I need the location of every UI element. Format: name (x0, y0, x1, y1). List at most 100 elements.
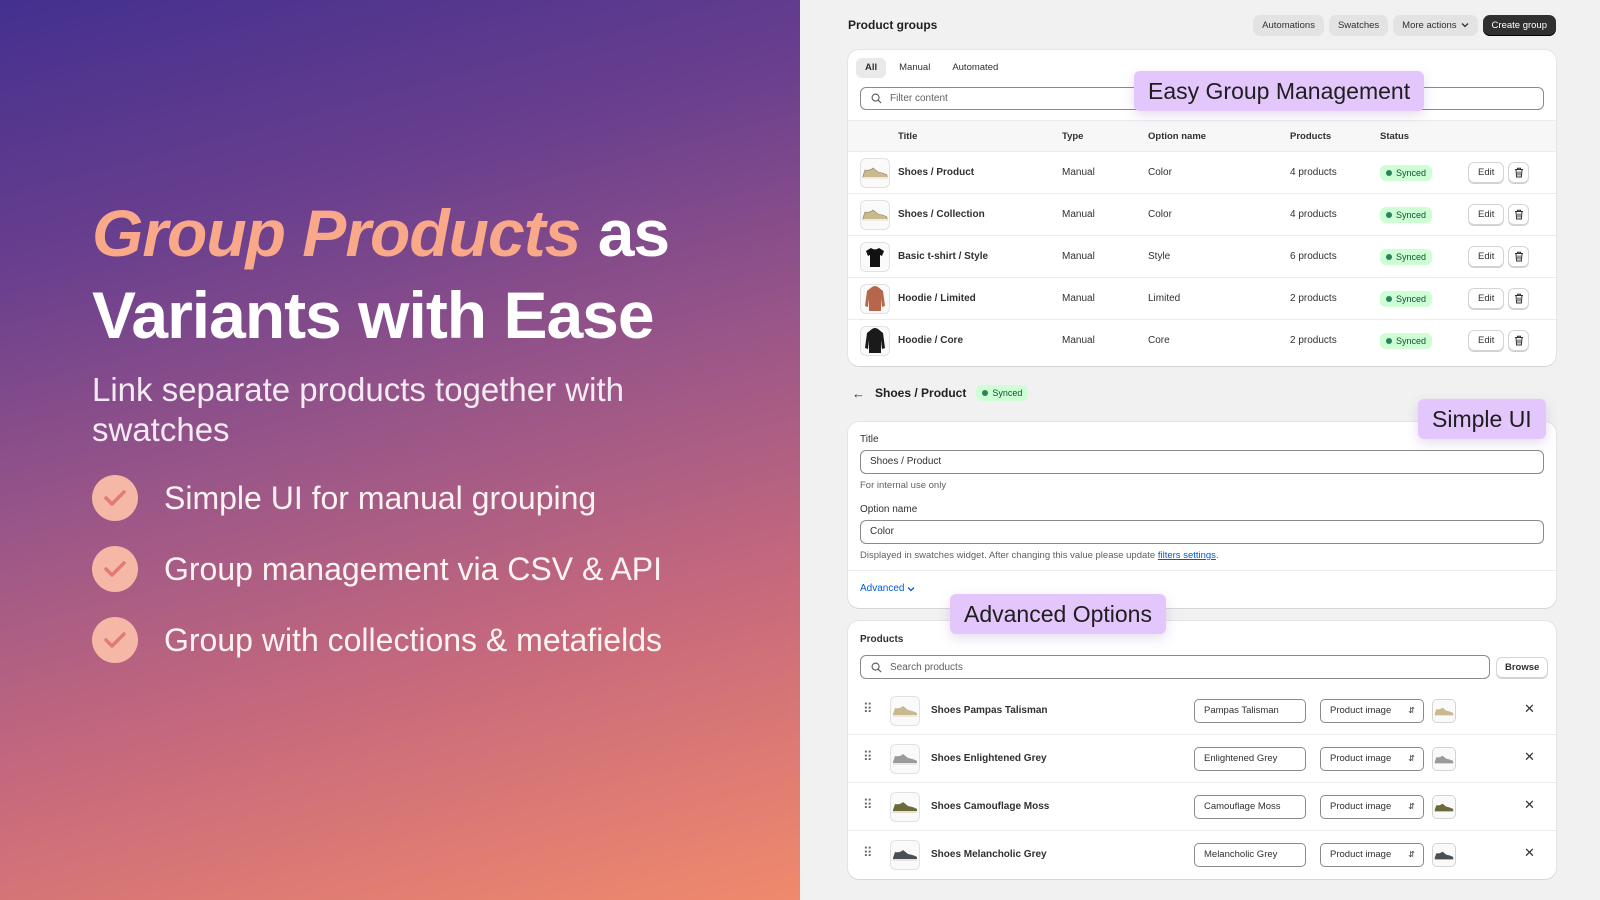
product-row: ⠿ Shoes Melancholic Grey Melancholic Gre… (848, 831, 1556, 879)
more-actions-button[interactable]: More actions (1393, 14, 1478, 36)
headline-part-1: as (597, 196, 670, 270)
swatch-preview[interactable] (1432, 843, 1456, 867)
advanced-label: Advanced (860, 583, 905, 594)
swatch-preview[interactable] (1432, 747, 1456, 771)
hoodie-thumbnail (860, 326, 890, 356)
select-arrows-icon: ⇵ (1408, 850, 1415, 859)
create-group-button[interactable]: Create group (1482, 14, 1556, 36)
drag-handle-icon[interactable]: ⠿ (863, 797, 872, 813)
swatch-type-value: Product image (1330, 753, 1392, 764)
product-name: Shoes Pampas Talisman (931, 705, 1048, 716)
row-type: Manual (1062, 251, 1095, 262)
col-option-name[interactable]: Option name (1148, 131, 1206, 142)
table-row[interactable]: Shoes / Collection Manual Color 4 produc… (848, 194, 1556, 236)
drag-handle-icon[interactable]: ⠿ (863, 845, 872, 861)
swatch-label-input[interactable]: Melancholic Grey (1194, 843, 1306, 867)
shoe-thumbnail (890, 840, 920, 870)
status-label: Synced (1396, 168, 1427, 178)
row-products: 2 products (1290, 293, 1337, 304)
swatch-label-input[interactable]: Pampas Talisman (1194, 699, 1306, 723)
drag-handle-icon[interactable]: ⠿ (863, 701, 872, 717)
option-name-field[interactable]: Color (860, 520, 1544, 544)
status-dot-icon (1386, 296, 1392, 302)
col-type[interactable]: Type (1062, 131, 1083, 142)
edit-button[interactable]: Edit (1468, 330, 1505, 351)
drag-handle-icon[interactable]: ⠿ (863, 749, 872, 765)
swatch-type-select[interactable]: Product image ⇵ (1320, 795, 1424, 819)
delete-button[interactable] (1508, 330, 1529, 351)
table-row[interactable]: Basic t-shirt / Style Manual Style 6 pro… (848, 236, 1556, 278)
tab-manual[interactable]: Manual (890, 58, 939, 78)
edit-button[interactable]: Edit (1468, 288, 1505, 309)
browse-button[interactable]: Browse (1496, 657, 1549, 678)
advanced-toggle[interactable]: Advanced (860, 583, 915, 594)
swatches-button[interactable]: Swatches (1328, 14, 1389, 36)
status-dot-icon (1386, 212, 1392, 218)
table-row[interactable]: Shoes / Product Manual Color 4 products … (848, 152, 1556, 194)
row-type: Manual (1062, 335, 1095, 346)
swatch-preview[interactable] (1432, 699, 1456, 723)
remove-icon[interactable]: ✕ (1524, 701, 1535, 717)
status-dot-icon (1386, 170, 1392, 176)
status-label: Synced (1396, 336, 1427, 346)
search-products-input[interactable]: Search products (860, 655, 1490, 679)
status-dot-icon (1386, 254, 1392, 260)
feature-item: Group management via CSV & API (92, 545, 662, 593)
back-arrow-icon[interactable]: ← (852, 386, 865, 401)
edit-button[interactable]: Edit (1468, 246, 1505, 267)
trash-icon (1514, 251, 1523, 262)
product-name: Shoes Enlightened Grey (931, 753, 1047, 764)
row-title: Shoes / Product (898, 167, 975, 178)
table-row[interactable]: Hoodie / Core Manual Core 2 products Syn… (848, 320, 1556, 362)
remove-icon[interactable]: ✕ (1524, 845, 1535, 861)
col-status[interactable]: Status (1380, 131, 1409, 142)
status-badge: Synced (1380, 207, 1433, 223)
filter-placeholder: Filter content (890, 93, 948, 104)
col-title[interactable]: Title (898, 131, 917, 142)
swatch-type-select[interactable]: Product image ⇵ (1320, 843, 1424, 867)
headline-part-2: Variants with Ease (92, 278, 655, 352)
swatch-preview[interactable] (1432, 795, 1456, 819)
automations-button[interactable]: Automations (1253, 14, 1324, 36)
filters-settings-link[interactable]: filters settings (1158, 550, 1216, 561)
swatch-type-select[interactable]: Product image ⇵ (1320, 747, 1424, 771)
callout-group-management: Easy Group Management (1134, 71, 1425, 111)
remove-icon[interactable]: ✕ (1524, 749, 1535, 765)
swatch-type-select[interactable]: Product image ⇵ (1320, 699, 1424, 723)
select-arrows-icon: ⇵ (1408, 706, 1415, 715)
status-badge: Synced (1380, 165, 1433, 181)
hoodie-thumbnail (860, 284, 890, 314)
chevron-down-icon (908, 586, 915, 591)
tab-automated[interactable]: Automated (943, 58, 1007, 78)
status-badge: Synced (976, 385, 1029, 401)
delete-button[interactable] (1508, 204, 1529, 225)
col-products[interactable]: Products (1290, 131, 1331, 142)
table-row[interactable]: Hoodie / Limited Manual Limited 2 produc… (848, 278, 1556, 320)
edit-button[interactable]: Edit (1468, 204, 1505, 225)
row-type: Manual (1062, 167, 1095, 178)
product-row: ⠿ Shoes Pampas Talisman Pampas Talisman … (848, 687, 1556, 735)
delete-button[interactable] (1508, 288, 1529, 309)
product-row: ⠿ Shoes Enlightened Grey Enlightened Gre… (848, 735, 1556, 783)
row-title: Shoes / Collection (898, 209, 985, 220)
status-dot-icon (982, 390, 989, 396)
edit-button[interactable]: Edit (1468, 162, 1505, 183)
title-field-help: For internal use only (860, 480, 947, 491)
row-option: Color (1148, 209, 1172, 220)
title-field[interactable]: Shoes / Product (860, 450, 1544, 474)
tab-all[interactable]: All (856, 58, 887, 78)
search-icon (871, 662, 882, 673)
trash-icon (1514, 293, 1523, 304)
remove-icon[interactable]: ✕ (1524, 797, 1535, 813)
delete-button[interactable] (1508, 162, 1529, 183)
filter-tabs: All Manual Automated (856, 58, 1007, 78)
promo-panel: Group Products as Variants with Ease Lin… (0, 0, 800, 900)
title-field-label: Title (860, 434, 879, 445)
delete-button[interactable] (1508, 246, 1529, 267)
shoe-thumbnail (890, 792, 920, 822)
row-option: Style (1148, 251, 1171, 262)
swatch-label-input[interactable]: Enlightened Grey (1194, 747, 1306, 771)
select-arrows-icon: ⇵ (1408, 754, 1415, 763)
row-title: Hoodie / Limited (898, 293, 976, 304)
swatch-label-input[interactable]: Camouflage Moss (1194, 795, 1306, 819)
